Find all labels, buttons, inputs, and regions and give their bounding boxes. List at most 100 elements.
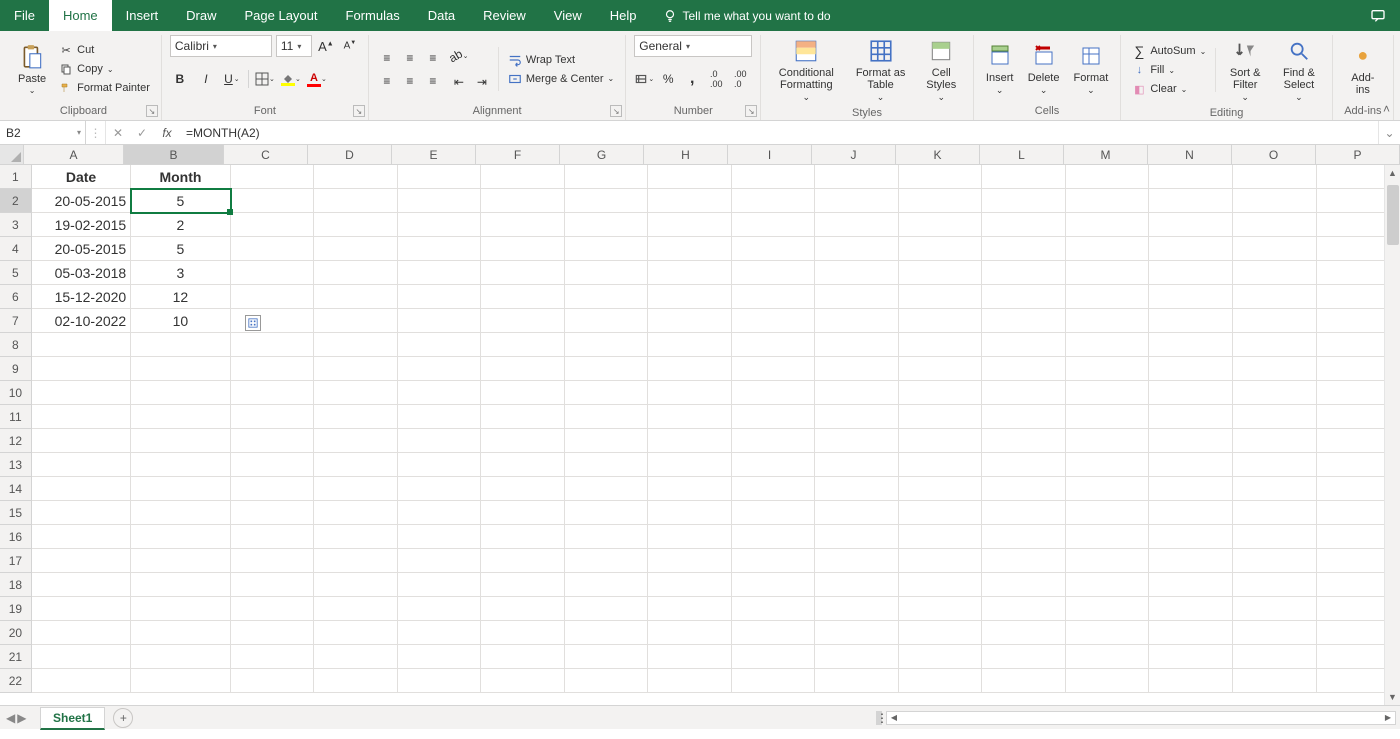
- cell-C12[interactable]: [231, 429, 315, 453]
- cell-D19[interactable]: [314, 597, 398, 621]
- cell-A22[interactable]: [32, 669, 131, 693]
- bold-button[interactable]: B: [170, 69, 190, 89]
- cell-G13[interactable]: [565, 453, 649, 477]
- cell-N21[interactable]: [1149, 645, 1233, 669]
- cell-N4[interactable]: [1149, 237, 1233, 261]
- cell-N8[interactable]: [1149, 333, 1233, 357]
- cell-H13[interactable]: [648, 453, 732, 477]
- cell-I18[interactable]: [732, 573, 816, 597]
- column-header-D[interactable]: D: [308, 145, 392, 164]
- cell-N14[interactable]: [1149, 477, 1233, 501]
- cell-G3[interactable]: [565, 213, 649, 237]
- cell-E11[interactable]: [398, 405, 482, 429]
- row-header-10[interactable]: 10: [0, 381, 32, 405]
- cell-A17[interactable]: [32, 549, 131, 573]
- cell-G10[interactable]: [565, 381, 649, 405]
- clipboard-launcher[interactable]: ↘: [146, 105, 158, 117]
- column-header-E[interactable]: E: [392, 145, 476, 164]
- cell-G2[interactable]: [565, 189, 649, 213]
- cell-G14[interactable]: [565, 477, 649, 501]
- cell-E15[interactable]: [398, 501, 482, 525]
- cell-K20[interactable]: [899, 621, 983, 645]
- cell-B4[interactable]: 5: [131, 237, 230, 261]
- cell-O9[interactable]: [1233, 357, 1317, 381]
- cell-F9[interactable]: [481, 357, 565, 381]
- cell-I12[interactable]: [732, 429, 816, 453]
- fill-button[interactable]: ↓Fill⌄: [1129, 62, 1209, 78]
- cell-C1[interactable]: [231, 165, 315, 189]
- add-sheet-button[interactable]: +: [113, 708, 133, 728]
- cell-O11[interactable]: [1233, 405, 1317, 429]
- cell-L11[interactable]: [982, 405, 1066, 429]
- cell-O19[interactable]: [1233, 597, 1317, 621]
- cell-G20[interactable]: [565, 621, 649, 645]
- cell-I19[interactable]: [732, 597, 816, 621]
- cell-C17[interactable]: [231, 549, 315, 573]
- cell-O15[interactable]: [1233, 501, 1317, 525]
- cell-E13[interactable]: [398, 453, 482, 477]
- column-header-H[interactable]: H: [644, 145, 728, 164]
- tell-me-search[interactable]: Tell me what you want to do: [663, 0, 831, 31]
- cell-O1[interactable]: [1233, 165, 1317, 189]
- cell-D21[interactable]: [314, 645, 398, 669]
- align-center-button[interactable]: ≡: [400, 71, 420, 91]
- cell-C10[interactable]: [231, 381, 315, 405]
- horizontal-scrollbar[interactable]: ◀ ▶: [886, 711, 1396, 725]
- cell-E9[interactable]: [398, 357, 482, 381]
- wrap-text-button[interactable]: Wrap Text: [505, 52, 617, 68]
- cell-A12[interactable]: [32, 429, 131, 453]
- cell-K2[interactable]: [899, 189, 983, 213]
- cell-L2[interactable]: [982, 189, 1066, 213]
- cell-E8[interactable]: [398, 333, 482, 357]
- cell-L9[interactable]: [982, 357, 1066, 381]
- cell-A2[interactable]: 20-05-2015: [32, 189, 131, 213]
- cell-J18[interactable]: [815, 573, 899, 597]
- accounting-format-button[interactable]: ⌄: [634, 69, 654, 89]
- fx-button[interactable]: fx: [154, 121, 180, 144]
- cell-H6[interactable]: [648, 285, 732, 309]
- cell-B13[interactable]: [131, 453, 230, 477]
- cell-C15[interactable]: [231, 501, 315, 525]
- cell-L17[interactable]: [982, 549, 1066, 573]
- cell-H19[interactable]: [648, 597, 732, 621]
- cell-O10[interactable]: [1233, 381, 1317, 405]
- cell-C16[interactable]: [231, 525, 315, 549]
- cell-I11[interactable]: [732, 405, 816, 429]
- cell-I15[interactable]: [732, 501, 816, 525]
- number-launcher[interactable]: ↘: [745, 105, 757, 117]
- row-header-11[interactable]: 11: [0, 405, 32, 429]
- cell-M6[interactable]: [1066, 285, 1150, 309]
- autosum-button[interactable]: ∑AutoSum⌄: [1129, 43, 1209, 59]
- cell-J19[interactable]: [815, 597, 899, 621]
- align-left-button[interactable]: ≡: [377, 71, 397, 91]
- cell-E14[interactable]: [398, 477, 482, 501]
- cell-M19[interactable]: [1066, 597, 1150, 621]
- cell-M3[interactable]: [1066, 213, 1150, 237]
- cell-H18[interactable]: [648, 573, 732, 597]
- cell-D11[interactable]: [314, 405, 398, 429]
- cell-A15[interactable]: [32, 501, 131, 525]
- cell-E16[interactable]: [398, 525, 482, 549]
- cell-H16[interactable]: [648, 525, 732, 549]
- cell-H5[interactable]: [648, 261, 732, 285]
- cell-D20[interactable]: [314, 621, 398, 645]
- cell-K16[interactable]: [899, 525, 983, 549]
- fill-color-button[interactable]: ⌄: [281, 69, 301, 89]
- tab-data[interactable]: Data: [414, 0, 469, 31]
- cell-A5[interactable]: 05-03-2018: [32, 261, 131, 285]
- cell-I13[interactable]: [732, 453, 816, 477]
- cell-E4[interactable]: [398, 237, 482, 261]
- cell-G7[interactable]: [565, 309, 649, 333]
- decrease-font-button[interactable]: A▼: [340, 36, 360, 56]
- cell-M14[interactable]: [1066, 477, 1150, 501]
- cell-B14[interactable]: [131, 477, 230, 501]
- cell-B15[interactable]: [131, 501, 230, 525]
- row-header-7[interactable]: 7: [0, 309, 32, 333]
- cell-D18[interactable]: [314, 573, 398, 597]
- cell-D13[interactable]: [314, 453, 398, 477]
- cell-L5[interactable]: [982, 261, 1066, 285]
- cell-M7[interactable]: [1066, 309, 1150, 333]
- cell-E5[interactable]: [398, 261, 482, 285]
- cell-K18[interactable]: [899, 573, 983, 597]
- decrease-decimal-button[interactable]: .00.0: [730, 69, 750, 89]
